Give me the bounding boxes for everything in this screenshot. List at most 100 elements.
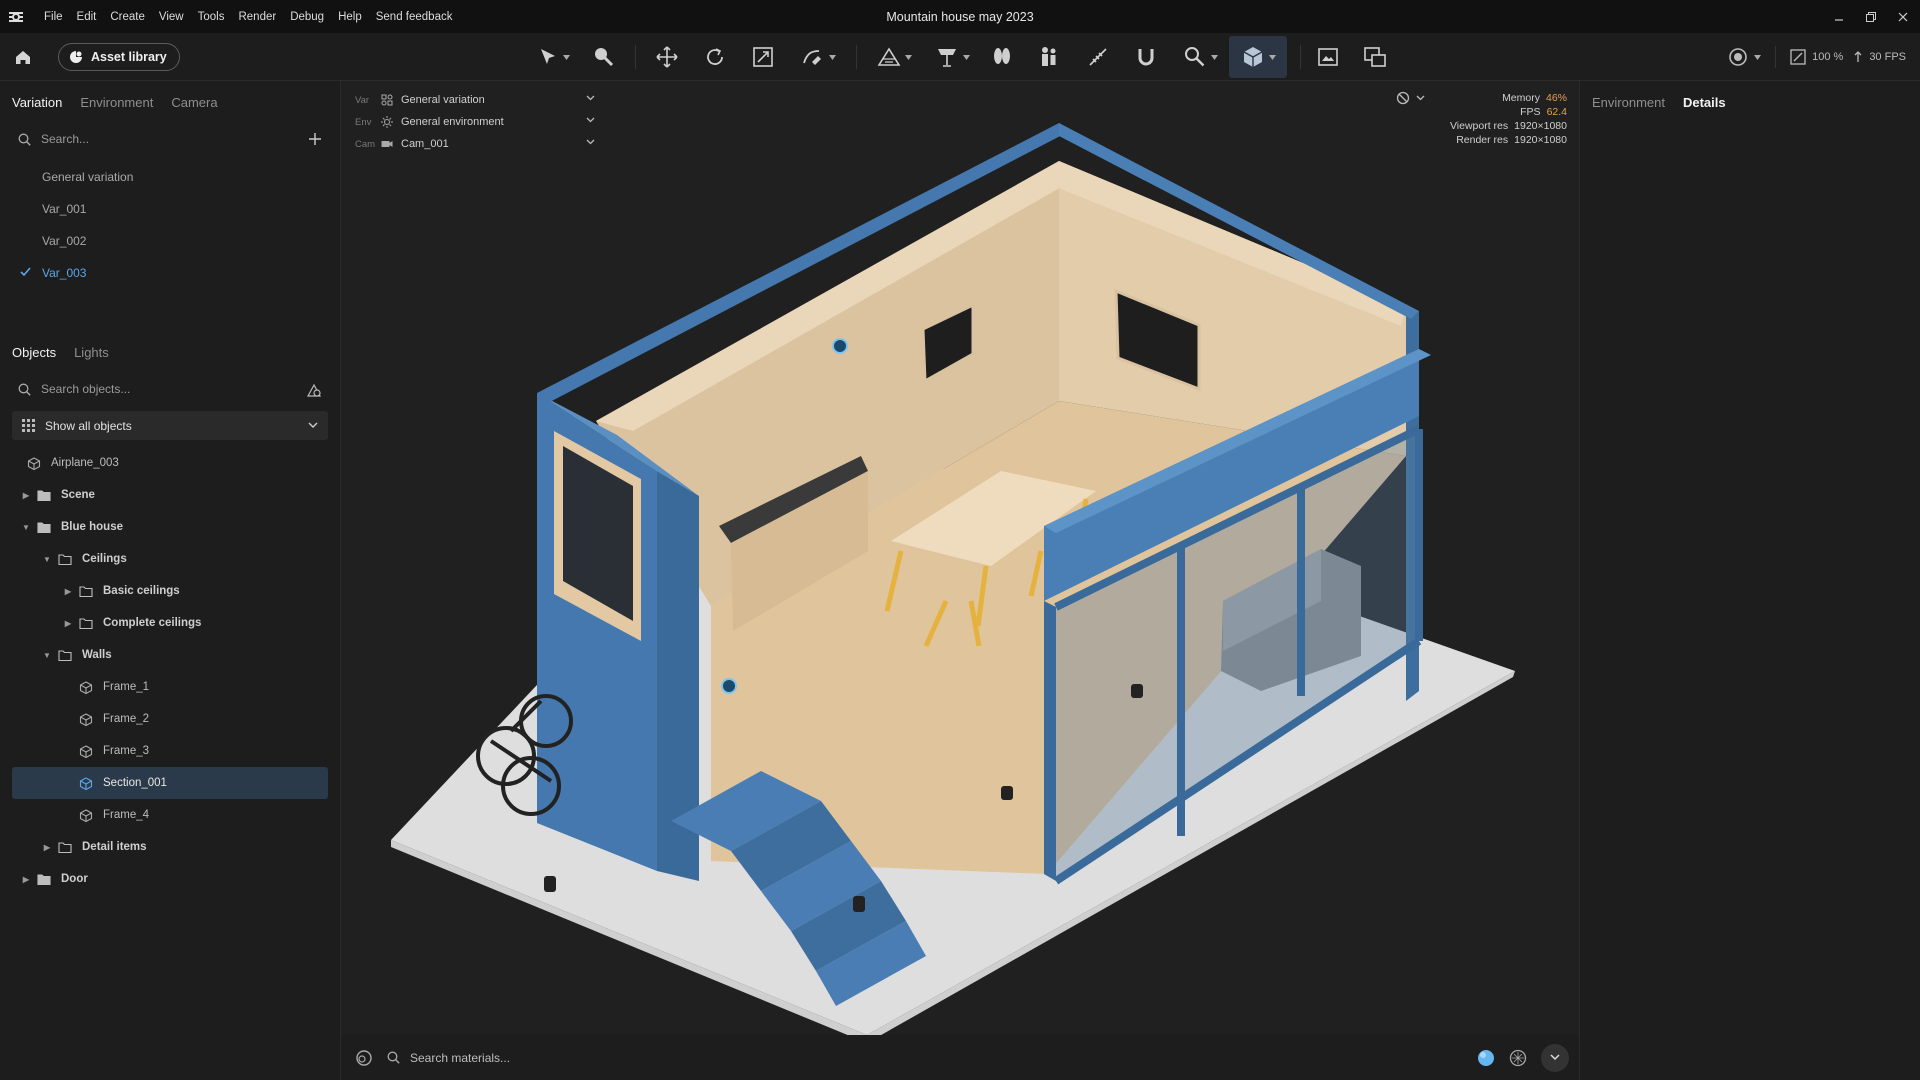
material-search[interactable]: Search materials... [387, 1051, 510, 1065]
vegetation-tool-button[interactable] [987, 41, 1017, 73]
variation-item[interactable]: Var_001 [0, 193, 340, 225]
variation-search[interactable]: Search... [0, 121, 340, 157]
menu-create[interactable]: Create [110, 11, 145, 23]
tree-label: Section_001 [103, 777, 167, 789]
variation-selector[interactable]: Var General variation [355, 89, 595, 111]
variation-item[interactable]: Var_002 [0, 225, 340, 257]
tree-folder[interactable]: ▼ Walls [0, 639, 340, 671]
viewport-overlay-toggle[interactable] [1396, 91, 1425, 105]
expand-caret-icon[interactable]: ▶ [63, 619, 73, 628]
tab-environment[interactable]: Environment [80, 95, 153, 115]
filter-shapes-icon[interactable] [306, 382, 322, 398]
zoom-control[interactable]: 100 % [1790, 49, 1843, 65]
texture-icon[interactable] [1509, 1049, 1527, 1067]
move-tool-button[interactable] [652, 41, 682, 73]
magnet-tool-button[interactable] [1131, 41, 1161, 73]
tree-object[interactable]: Frame_4 [0, 799, 340, 831]
menu-edit[interactable]: Edit [77, 11, 97, 23]
menu-render[interactable]: Render [238, 11, 276, 23]
camera-selector[interactable]: Cam Cam_001 [355, 133, 595, 155]
expand-caret-icon[interactable]: ▶ [21, 491, 31, 500]
rotate-tool-button[interactable] [700, 41, 730, 73]
tree-folder[interactable]: ▼ Blue house [0, 511, 340, 543]
variation-item-selected[interactable]: Var_003 [0, 257, 340, 289]
menu-file[interactable]: File [44, 11, 63, 23]
tab-environment-details[interactable]: Environment [1592, 95, 1665, 110]
restore-icon[interactable] [1862, 8, 1880, 26]
objects-search[interactable]: Search objects... [0, 371, 340, 407]
tree-object[interactable]: Frame_3 [0, 735, 340, 767]
object-filter-dropdown[interactable]: Show all objects [12, 411, 328, 440]
object-marker-icon[interactable] [721, 678, 737, 694]
material-picker-icon[interactable] [355, 1049, 373, 1067]
render-compare-button[interactable] [1360, 41, 1390, 73]
tree-object[interactable]: Section_001 [12, 767, 328, 799]
tree-object[interactable]: Airplane_003 [0, 447, 340, 479]
cube-view-button[interactable] [1229, 36, 1287, 78]
screenshot-button[interactable] [1313, 41, 1343, 73]
menu-send-feedback[interactable]: Send feedback [376, 11, 453, 23]
sketch-tool-button[interactable] [796, 41, 840, 73]
tree-folder[interactable]: ▶ Complete ceilings [0, 607, 340, 639]
render-compare-icon [1364, 47, 1386, 67]
close-icon[interactable] [1894, 8, 1912, 26]
menu-debug[interactable]: Debug [290, 11, 324, 23]
tree-folder[interactable]: ▶ Scene [0, 479, 340, 511]
app-logo-icon[interactable] [0, 0, 32, 33]
3d-viewport[interactable]: Var General variation Env General enviro… [341, 81, 1579, 1035]
scale-tool-button[interactable] [748, 41, 778, 73]
collapse-bar-button[interactable] [1541, 1043, 1569, 1072]
expand-caret-icon[interactable]: ▶ [42, 843, 52, 852]
expand-caret-icon[interactable]: ▶ [63, 587, 73, 596]
arrow-up-icon [1854, 51, 1862, 62]
menu-help[interactable]: Help [338, 11, 362, 23]
tree-folder[interactable]: ▶ Detail items [0, 831, 340, 863]
minimize-icon[interactable] [1830, 8, 1848, 26]
home-button[interactable] [10, 44, 36, 70]
tab-variation[interactable]: Variation [12, 95, 62, 115]
tree-label: Detail items [82, 841, 147, 853]
menu-view[interactable]: View [159, 11, 184, 23]
no-overlay-icon [1396, 91, 1410, 105]
lamp-tool-button[interactable] [930, 41, 974, 73]
terrain-tool-button[interactable] [872, 41, 916, 73]
material-sphere-icon[interactable] [1477, 1049, 1495, 1067]
environment-icon [381, 116, 393, 128]
collapse-caret-icon[interactable]: ▼ [21, 523, 31, 532]
tree-folder[interactable]: ▼ Ceilings [0, 543, 340, 575]
tree-object[interactable]: Frame_2 [0, 703, 340, 735]
environment-selector[interactable]: Env General environment [355, 111, 595, 133]
menu-tools[interactable]: Tools [198, 11, 225, 23]
folder-icon [58, 841, 72, 853]
people-tool-button[interactable] [1034, 41, 1064, 73]
tab-lights[interactable]: Lights [74, 345, 109, 365]
collapse-caret-icon[interactable]: ▼ [42, 555, 52, 564]
tab-details[interactable]: Details [1683, 95, 1726, 110]
left-panel: Variation Environment Camera Search... G… [0, 81, 341, 1080]
tree-folder[interactable]: ▶ Basic ceilings [0, 575, 340, 607]
viewport-res-value: 1920×1080 [1514, 120, 1567, 132]
vegetation-icon [994, 48, 1010, 64]
asset-library-button[interactable]: Asset library [58, 43, 180, 71]
tree-label: Walls [82, 649, 112, 661]
object-marker-icon[interactable] [832, 338, 848, 354]
tree-folder[interactable]: ▶ Door [0, 863, 340, 895]
tree-object[interactable]: Frame_1 [0, 671, 340, 703]
search-tool-button[interactable] [1178, 41, 1222, 73]
chevron-down-icon [1268, 54, 1276, 60]
house-render [391, 123, 1515, 1035]
expand-caret-icon[interactable]: ▶ [21, 875, 31, 884]
tree-label: Complete ceilings [103, 617, 202, 629]
render-mode-button[interactable] [1728, 47, 1762, 67]
tab-objects[interactable]: Objects [12, 345, 56, 365]
variation-item[interactable]: General variation [0, 161, 340, 193]
measure-tool-button[interactable] [1083, 41, 1113, 73]
fps-cap-control[interactable]: 30 FPS [1853, 51, 1906, 63]
right-panel: Environment Details [1579, 81, 1920, 1080]
select-tool-button[interactable] [530, 41, 576, 73]
add-variation-icon[interactable] [308, 132, 322, 146]
chevron-down-icon [1210, 54, 1218, 60]
paint-select-button[interactable] [588, 41, 618, 73]
collapse-caret-icon[interactable]: ▼ [42, 651, 52, 660]
tab-camera[interactable]: Camera [171, 95, 217, 115]
